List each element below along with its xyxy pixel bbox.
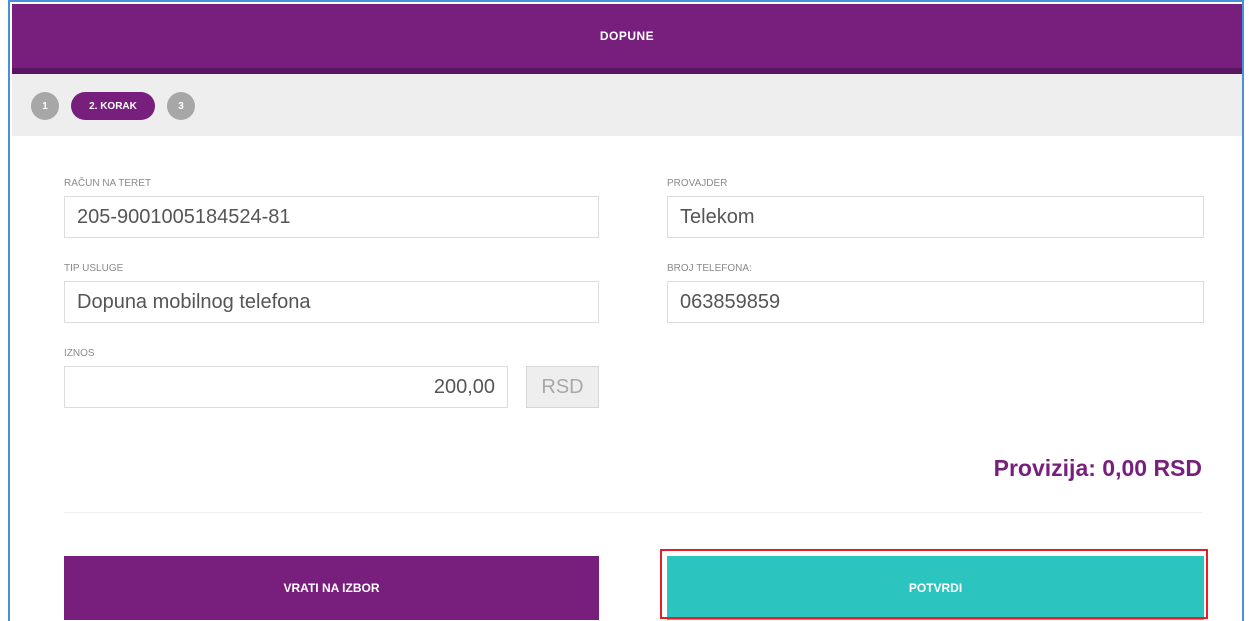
currency-badge: RSD (526, 366, 599, 408)
phone-label: BROJ TELEFONA: (667, 263, 752, 274)
window-frame-top (8, 0, 1244, 2)
service-type-label: TIP USLUGE (64, 263, 124, 274)
account-label: RAČUN NA TERET (64, 178, 152, 189)
window-frame-right (1242, 0, 1244, 621)
provider-value: Telekom (680, 205, 755, 228)
section-divider (64, 512, 1202, 513)
amount-value: 200,00 (433, 375, 495, 398)
confirm-button[interactable]: POTVRDI (667, 556, 1204, 620)
step-2-badge: 2. KORAK (71, 92, 155, 120)
account-value: 205-9001005184524-81 (77, 205, 291, 228)
fee-text: Provizija: 0,00 RSD (993, 455, 1202, 481)
amount-label: IZNOS (64, 348, 95, 359)
window-frame-left (8, 0, 10, 621)
step-3-badge[interactable]: 3 (167, 92, 195, 120)
amount-field[interactable]: 200,00 (64, 366, 508, 408)
step-indicator-bar (12, 74, 1242, 136)
account-field[interactable]: 205-9001005184524-81 (64, 196, 599, 238)
step-1-badge[interactable]: 1 (31, 92, 59, 120)
page-title: DOPUNE (599, 29, 655, 43)
phone-value: 063859859 (680, 290, 781, 313)
service-type-value: Dopuna mobilnog telefona (77, 290, 311, 313)
provider-label: PROVAJDER (667, 178, 728, 189)
back-to-selection-button[interactable]: VRATI NA IZBOR (64, 556, 599, 620)
page-header: DOPUNE (12, 4, 1242, 68)
provider-field[interactable]: Telekom (667, 196, 1204, 238)
phone-field[interactable]: 063859859 (667, 281, 1204, 323)
service-type-field[interactable]: Dopuna mobilnog telefona (64, 281, 599, 323)
